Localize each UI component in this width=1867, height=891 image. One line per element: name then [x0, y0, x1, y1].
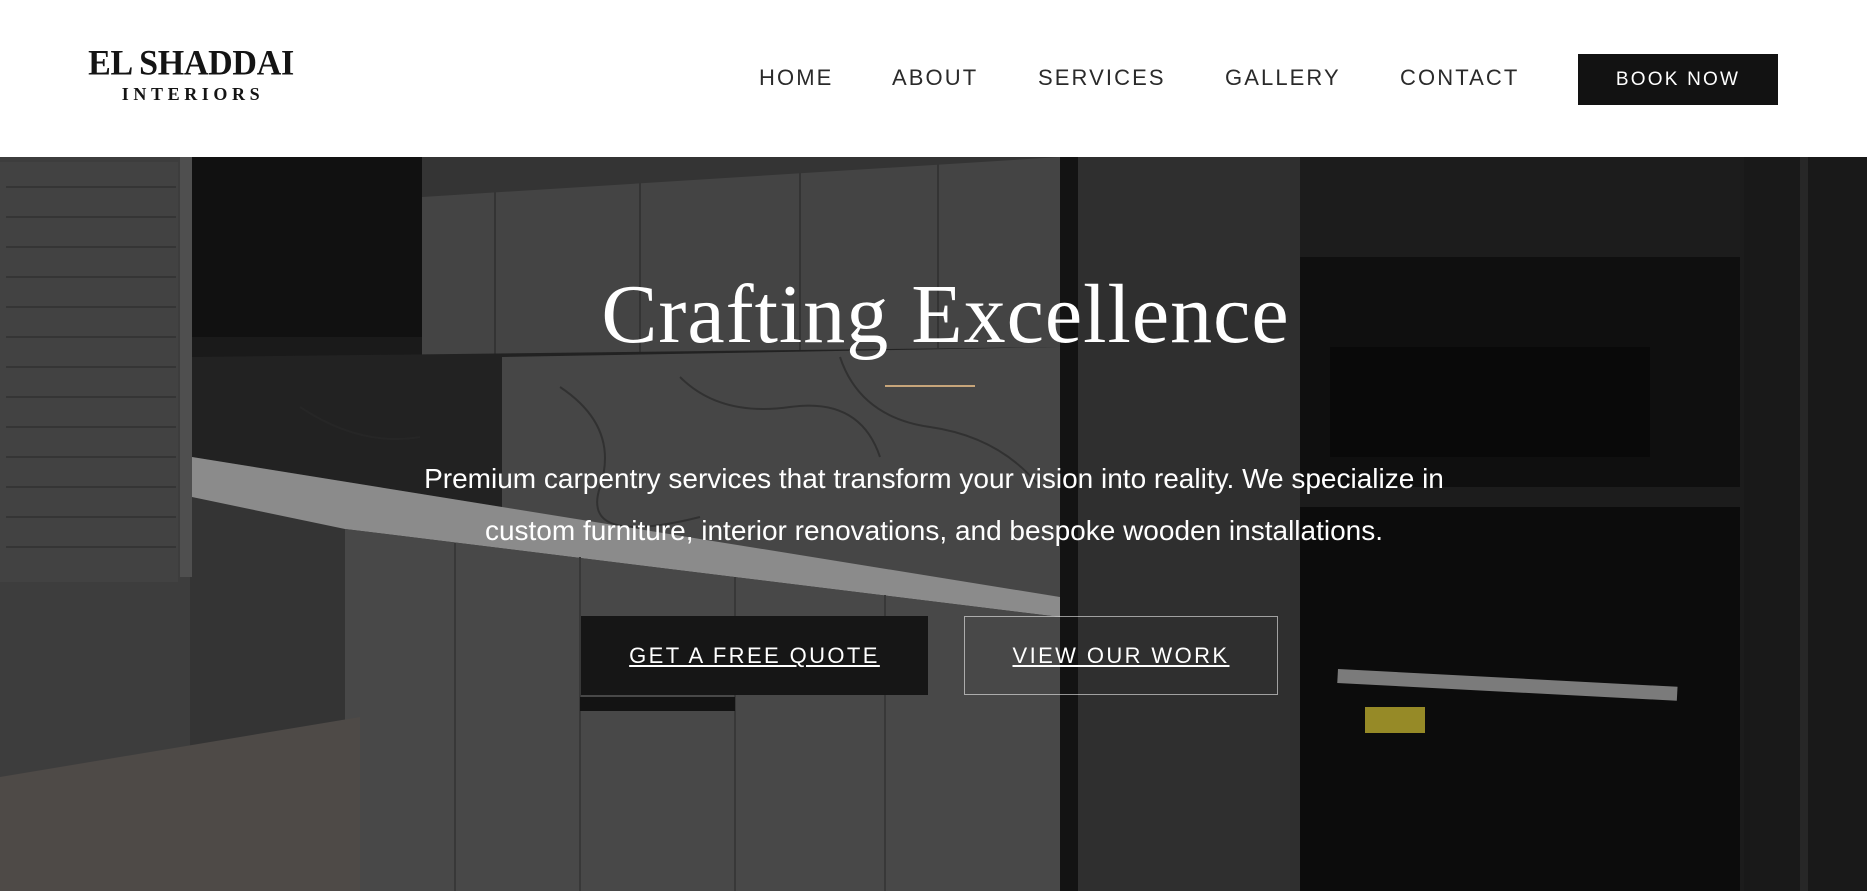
brand-tagline: INTERIORS	[121, 84, 265, 104]
hero-section: Crafting Excellence Premium carpentry se…	[0, 157, 1867, 891]
nav-link-services[interactable]: SERVICES	[1038, 66, 1166, 90]
hero-title: Crafting Excellence	[601, 268, 1290, 361]
brand-name: EL SHADDAI	[88, 44, 294, 83]
brand-logo[interactable]: EL SHADDAI INTERIORS	[88, 44, 294, 108]
hero-description: Premium carpentry services that transfor…	[424, 463, 1444, 546]
nav-link-gallery[interactable]: GALLERY	[1225, 66, 1341, 90]
hero-divider	[885, 385, 975, 387]
nav-link-home[interactable]: HOME	[759, 66, 833, 90]
book-now-button[interactable]: BOOK NOW	[1578, 54, 1778, 105]
get-free-quote-button[interactable]: GET A FREE QUOTE	[581, 616, 928, 695]
site-header: EL SHADDAI INTERIORS HOME ABOUT SERVICES…	[0, 0, 1867, 157]
nav-link-about[interactable]: ABOUT	[892, 66, 978, 90]
view-our-work-button[interactable]: VIEW OUR WORK	[964, 616, 1278, 695]
nav-link-contact[interactable]: CONTACT	[1400, 66, 1519, 90]
